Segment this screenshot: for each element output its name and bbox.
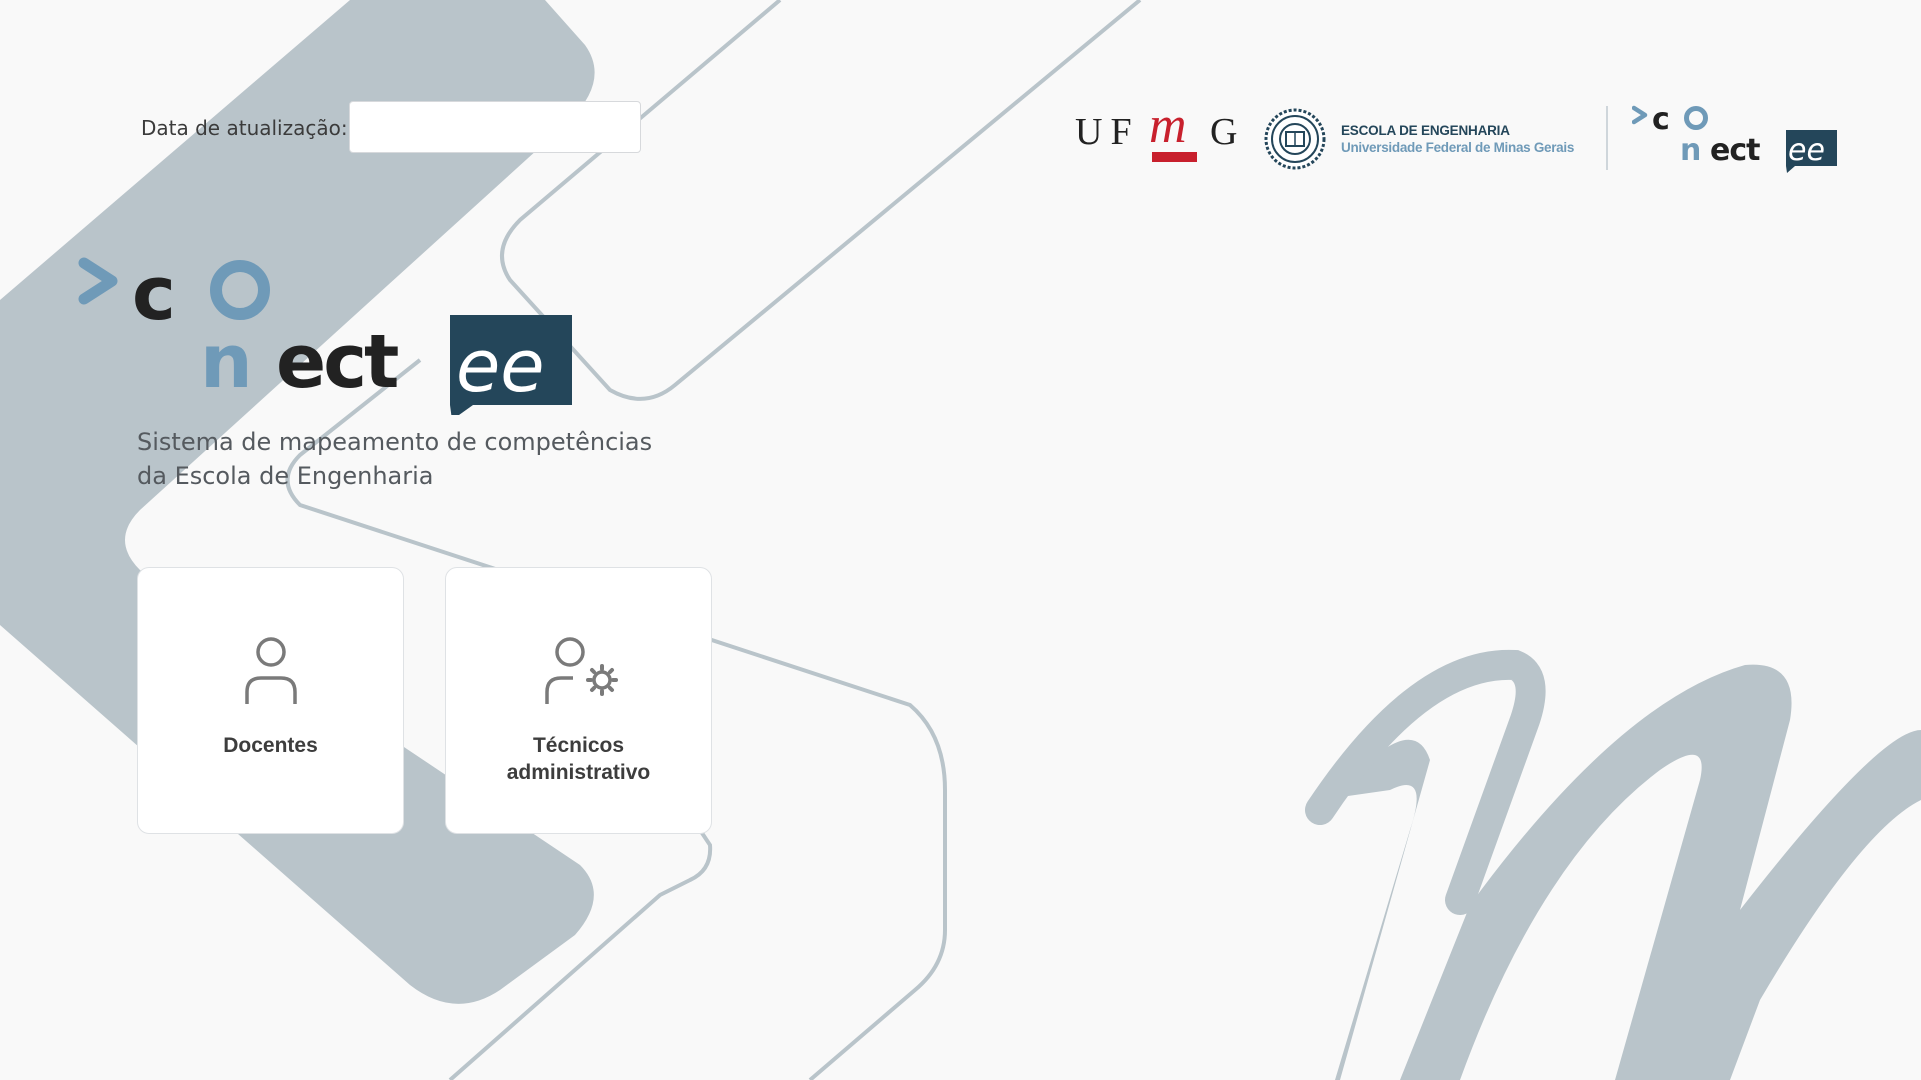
svg-text:G: G — [1210, 111, 1237, 153]
ufmg-logo: UF m G — [1075, 108, 1237, 162]
logo-c: c — [132, 255, 176, 337]
header-divider — [1606, 106, 1608, 170]
logo-n: n — [200, 319, 253, 405]
school-name-block: ESCOLA DE ENGENHARIA Universidade Federa… — [1341, 122, 1574, 156]
tecnicos-label-line-1: Técnicos — [532, 734, 625, 757]
tecnicos-label: Técnicos administrativo — [446, 732, 711, 786]
tecnicos-card[interactable]: Técnicos administrativo — [445, 567, 712, 834]
university-name: Universidade Federal de Minas Gerais — [1341, 140, 1575, 155]
tecnicos-label-line-2: administrativo — [506, 761, 651, 784]
ee-seal-icon — [1264, 108, 1326, 170]
update-date-input[interactable] — [349, 101, 641, 153]
docentes-label: Docentes — [138, 732, 403, 759]
docentes-label-line-1: Docentes — [223, 734, 318, 757]
subtitle-line-2: da Escola de Engenharia — [137, 462, 434, 490]
logo-ect: ect — [276, 319, 398, 405]
logo-ee-bubble: ee — [450, 315, 572, 415]
user-icon — [245, 637, 297, 704]
background-script-m-stroke — [1305, 649, 1546, 915]
svg-text:UF: UF — [1075, 111, 1140, 153]
docentes-card[interactable]: Docentes — [137, 567, 404, 834]
svg-text:m: m — [1149, 108, 1187, 154]
svg-text:ect: ect — [1710, 133, 1760, 168]
svg-text:ee: ee — [1788, 133, 1825, 168]
conectee-logo-small: c n ect ee — [1632, 104, 1837, 173]
logo-o — [210, 260, 270, 320]
background-outline-line — [500, 0, 1142, 401]
logo-chevron-icon — [78, 257, 118, 305]
svg-text:ee: ee — [456, 324, 545, 408]
system-subtitle: Sistema de mapeamento de competências da… — [137, 425, 657, 493]
subtitle-line-1: Sistema de mapeamento de competências — [137, 428, 653, 456]
user-gear-icon — [545, 637, 618, 704]
svg-text:n: n — [1680, 133, 1701, 168]
svg-text:c: c — [1652, 104, 1670, 137]
school-name: ESCOLA DE ENGENHARIA — [1341, 123, 1510, 138]
conectee-logo: c n ect ee — [78, 255, 572, 415]
update-date-label: Data de atualização: — [141, 116, 348, 140]
